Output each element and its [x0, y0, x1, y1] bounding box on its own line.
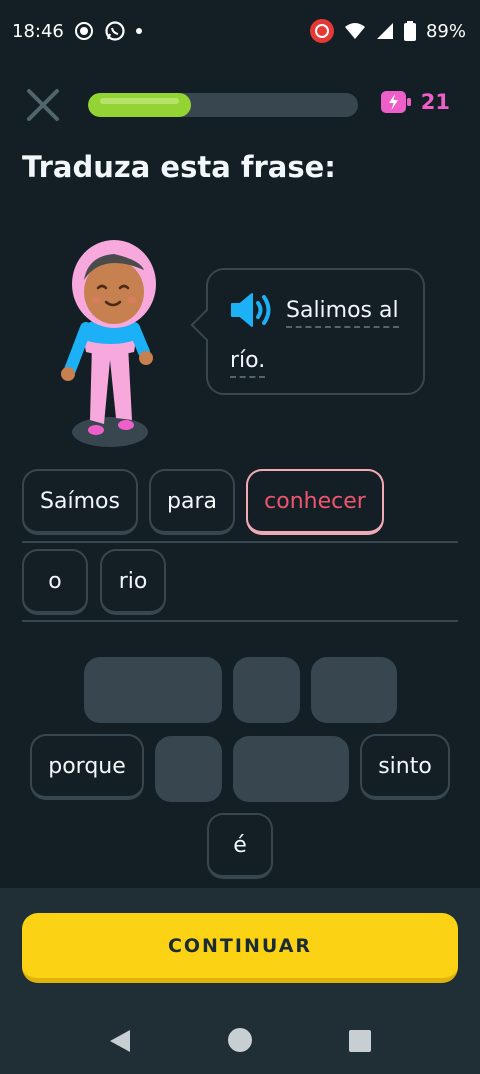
word-bank-empty-slot	[155, 736, 222, 802]
recents-square-icon	[349, 1030, 371, 1052]
recents-button[interactable]	[349, 1030, 371, 1056]
progress-fill	[88, 93, 191, 117]
status-bar: 18:46 89%	[0, 0, 480, 62]
progress-bar	[88, 93, 358, 117]
answer-line	[22, 541, 458, 543]
answer-chip-selected[interactable]: conhecer	[246, 469, 384, 535]
close-button[interactable]	[22, 84, 64, 126]
answer-chip[interactable]: rio	[100, 549, 166, 615]
energy-battery-icon	[380, 91, 411, 113]
status-time: 18:46	[12, 20, 64, 42]
word-bank-chip[interactable]: é	[207, 813, 273, 879]
answer-line	[22, 620, 458, 622]
word-bank-empty-slot	[311, 657, 397, 723]
whatsapp-icon	[104, 20, 126, 42]
signal-icon	[376, 22, 394, 40]
prompt-text-line2[interactable]: río.	[230, 348, 266, 378]
screen-record-icon	[74, 21, 94, 41]
word-bank-chip[interactable]: porque	[30, 734, 144, 800]
energy-count: 21	[420, 90, 450, 114]
back-button[interactable]	[108, 1028, 132, 1058]
close-icon	[27, 89, 59, 121]
speaker-icon[interactable]	[230, 292, 274, 334]
system-nav-bar	[0, 1010, 480, 1074]
notification-dot-icon	[135, 28, 142, 34]
back-triangle-icon	[110, 1030, 130, 1052]
answer-chip[interactable]: para	[149, 469, 235, 535]
prompt-text-line1[interactable]: Salimos al	[286, 298, 399, 328]
answer-chip[interactable]: o	[22, 549, 88, 615]
word-bank-empty-slot	[233, 657, 300, 723]
word-bank-empty-slot	[84, 657, 222, 723]
home-circle-icon	[228, 1028, 252, 1052]
home-button[interactable]	[228, 1028, 252, 1056]
recording-icon	[309, 19, 334, 43]
word-bank-empty-slot	[233, 736, 349, 802]
energy-counter[interactable]: 21	[380, 90, 450, 114]
battery-percent: 89%	[425, 20, 466, 42]
word-bank-chip[interactable]: sinto	[360, 734, 450, 800]
battery-icon	[403, 21, 416, 41]
wifi-icon	[344, 22, 366, 40]
page-title: Traduza esta frase:	[22, 150, 336, 184]
lesson-header: 21	[22, 84, 458, 126]
continue-button[interactable]: CONTINUAR	[22, 913, 458, 983]
character-illustration	[52, 240, 172, 450]
answer-chip[interactable]: Saímos	[22, 469, 138, 535]
speech-bubble: Salimos al río.	[190, 268, 425, 395]
speech-bubble-tail	[190, 309, 222, 341]
